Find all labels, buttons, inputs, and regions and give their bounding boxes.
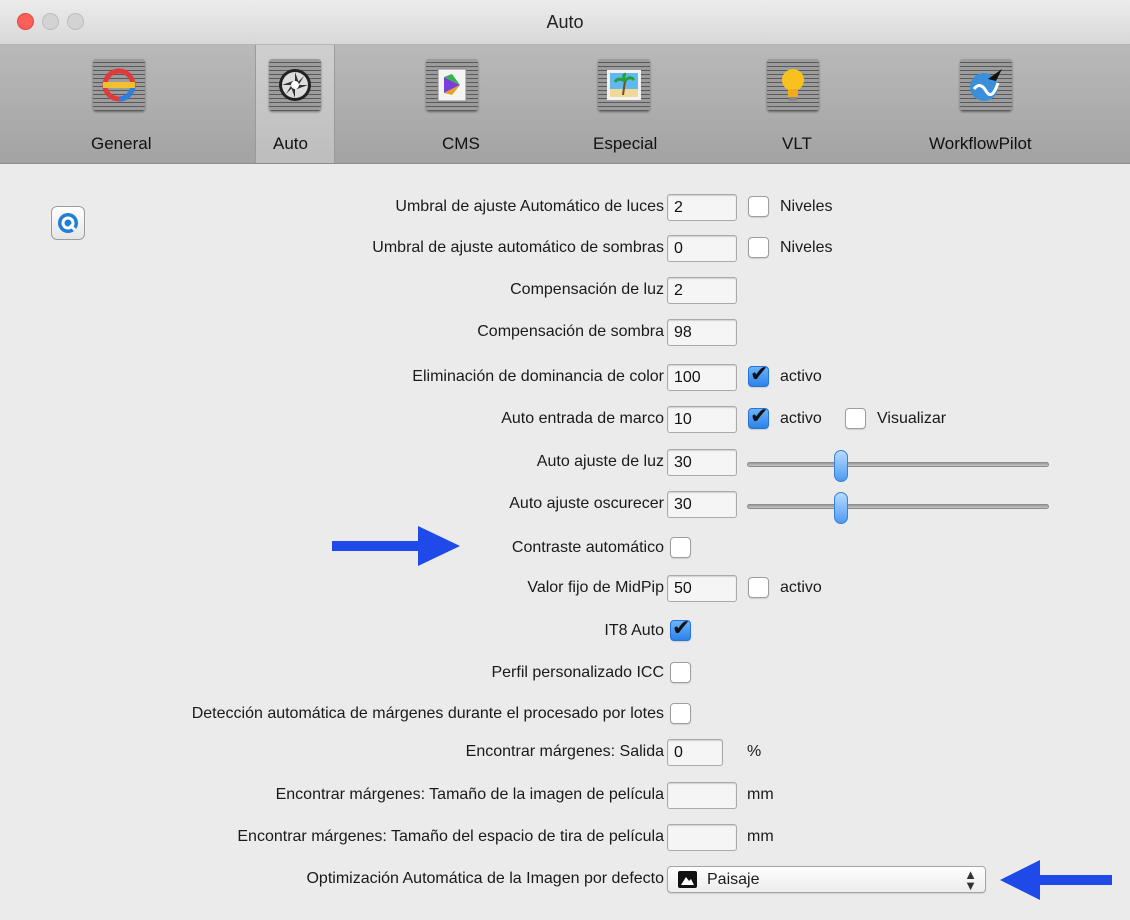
row-it8-auto: IT8 Auto ✔ bbox=[0, 616, 1130, 648]
margins-image-size-label: Encontrar márgenes: Tamaño de la imagen … bbox=[275, 786, 664, 803]
annotation-arrow-right-icon bbox=[332, 526, 460, 566]
color-cast-active-checkbox[interactable]: ✔ bbox=[748, 362, 769, 387]
midpip-active-checkbox[interactable] bbox=[748, 577, 769, 598]
custom-icc-label: Perfil personalizado ICC bbox=[491, 664, 664, 681]
row-custom-icc: Perfil personalizado ICC bbox=[0, 660, 1130, 690]
tab-general[interactable]: General bbox=[60, 45, 180, 163]
highlights-threshold-label: Umbral de ajuste Automático de luces bbox=[395, 198, 664, 215]
window-title: Auto bbox=[546, 12, 584, 32]
shadows-threshold-label: Umbral de ajuste automático de sombras bbox=[372, 239, 664, 256]
auto-light-adjust-slider[interactable] bbox=[747, 462, 1049, 467]
margins-image-size-input[interactable] bbox=[667, 782, 737, 809]
tab-general-label: General bbox=[91, 134, 152, 153]
row-default-optimization: Optimización Automática de la Imagen por… bbox=[0, 866, 1130, 896]
light-compensation-input[interactable] bbox=[667, 277, 737, 304]
auto-darken-adjust-label: Auto ajuste oscurecer bbox=[509, 495, 664, 512]
row-midpip: Valor fijo de MidPip activo bbox=[0, 575, 1130, 605]
highlights-levels-checkbox[interactable] bbox=[748, 196, 769, 217]
row-shadows-threshold: Umbral de ajuste automático de sombras N… bbox=[0, 235, 1130, 265]
color-cast-removal-input[interactable] bbox=[667, 364, 737, 391]
batch-margin-detection-label: Detección automática de márgenes durante… bbox=[191, 705, 664, 722]
auto-darken-adjust-input[interactable] bbox=[667, 491, 737, 518]
checkmark-icon: ✔ bbox=[672, 616, 691, 641]
highlights-levels-label: Niveles bbox=[780, 198, 833, 215]
especial-beach-icon bbox=[598, 59, 650, 111]
tab-vlt[interactable]: VLT bbox=[755, 45, 845, 163]
tab-vlt-label: VLT bbox=[782, 134, 812, 153]
row-auto-darken-adjust: Auto ajuste oscurecer bbox=[0, 491, 1130, 524]
it8-auto-label: IT8 Auto bbox=[604, 622, 664, 639]
margins-image-size-unit: mm bbox=[747, 786, 774, 803]
shadows-threshold-input[interactable] bbox=[667, 235, 737, 262]
shadows-levels-label: Niveles bbox=[780, 239, 833, 256]
title-bar: Auto bbox=[0, 0, 1130, 45]
margins-strip-space-unit: mm bbox=[747, 828, 774, 845]
margins-output-input[interactable] bbox=[667, 739, 723, 766]
row-margins-image-size: Encontrar márgenes: Tamaño de la imagen … bbox=[0, 782, 1130, 812]
auto-frame-entry-input[interactable] bbox=[667, 406, 737, 433]
shadow-compensation-label: Compensación de sombra bbox=[477, 323, 664, 340]
margins-output-unit: % bbox=[747, 743, 762, 760]
auto-darken-adjust-slider-thumb[interactable] bbox=[833, 492, 848, 524]
row-auto-contrast: Contraste automático bbox=[0, 535, 1130, 565]
auto-contrast-checkbox[interactable] bbox=[670, 537, 691, 558]
row-auto-frame-entry: Auto entrada de marco ✔ activo Visualiza… bbox=[0, 404, 1130, 436]
tab-cms[interactable]: CMS bbox=[405, 45, 515, 163]
annotation-arrow-left-icon bbox=[1000, 860, 1112, 900]
default-optimization-label: Optimización Automática de la Imagen por… bbox=[306, 870, 664, 887]
landscape-icon bbox=[678, 871, 697, 888]
auto-contrast-label: Contraste automático bbox=[511, 539, 664, 556]
row-shadow-compensation: Compensación de sombra bbox=[0, 319, 1130, 349]
auto-frame-entry-label: Auto entrada de marco bbox=[501, 410, 664, 427]
row-margins-output: Encontrar márgenes: Salida % bbox=[0, 739, 1130, 769]
auto-frame-visualize-label: Visualizar bbox=[877, 410, 947, 427]
cms-icon bbox=[426, 59, 478, 111]
auto-light-adjust-label: Auto ajuste de luz bbox=[536, 453, 664, 470]
auto-frame-active-checkbox[interactable]: ✔ bbox=[748, 404, 769, 429]
tab-especial-label: Especial bbox=[593, 134, 658, 153]
custom-icc-checkbox[interactable] bbox=[670, 662, 691, 683]
auto-darken-adjust-slider[interactable] bbox=[747, 504, 1049, 509]
preferences-toolbar: General Auto CMS Especial VLT WorkflowPi… bbox=[0, 45, 1130, 164]
tab-especial[interactable]: Especial bbox=[585, 45, 685, 163]
auto-aperture-icon bbox=[269, 59, 321, 111]
highlights-threshold-input[interactable] bbox=[667, 194, 737, 221]
row-light-compensation: Compensación de luz bbox=[0, 277, 1130, 307]
updown-chevron-icon: ▲ ▼ bbox=[964, 867, 977, 893]
row-highlights-threshold: Umbral de ajuste Automático de luces Niv… bbox=[0, 194, 1130, 224]
shadows-levels-checkbox[interactable] bbox=[748, 237, 769, 258]
tab-workflowpilot-label: WorkflowPilot bbox=[929, 134, 1032, 153]
auto-frame-active-label: activo bbox=[780, 410, 822, 427]
midpip-active-label: activo bbox=[780, 579, 822, 596]
tab-auto-label: Auto bbox=[273, 134, 308, 153]
default-optimization-select[interactable]: Paisaje ▲ ▼ bbox=[667, 866, 986, 893]
general-icon bbox=[93, 59, 145, 111]
shadow-compensation-input[interactable] bbox=[667, 319, 737, 346]
tab-auto[interactable]: Auto bbox=[255, 45, 335, 163]
tab-workflowpilot[interactable]: WorkflowPilot bbox=[920, 45, 1070, 163]
checkmark-icon: ✔ bbox=[750, 362, 769, 387]
checkmark-icon: ✔ bbox=[750, 404, 769, 429]
auto-light-adjust-input[interactable] bbox=[667, 449, 737, 476]
auto-frame-visualize-checkbox[interactable] bbox=[845, 408, 866, 429]
tab-cms-label: CMS bbox=[442, 134, 480, 153]
color-cast-removal-label: Eliminación de dominancia de color bbox=[412, 368, 664, 385]
color-cast-active-label: activo bbox=[780, 368, 822, 385]
batch-margin-detection-checkbox[interactable] bbox=[670, 703, 691, 724]
default-optimization-value: Paisaje bbox=[707, 871, 760, 888]
midpip-label: Valor fijo de MidPip bbox=[527, 579, 664, 596]
margins-output-label: Encontrar márgenes: Salida bbox=[465, 743, 664, 760]
row-batch-margin-detection: Detección automática de márgenes durante… bbox=[0, 701, 1130, 731]
midpip-input[interactable] bbox=[667, 575, 737, 602]
it8-auto-checkbox[interactable]: ✔ bbox=[670, 616, 691, 641]
row-margins-strip-space: Encontrar márgenes: Tamaño del espacio d… bbox=[0, 824, 1130, 854]
margins-strip-space-input[interactable] bbox=[667, 824, 737, 851]
vlt-lightbulb-icon bbox=[767, 59, 819, 111]
auto-light-adjust-slider-thumb[interactable] bbox=[833, 450, 848, 482]
row-auto-light-adjust: Auto ajuste de luz bbox=[0, 449, 1130, 482]
light-compensation-label: Compensación de luz bbox=[510, 281, 664, 298]
margins-strip-space-label: Encontrar márgenes: Tamaño del espacio d… bbox=[237, 828, 664, 845]
workflowpilot-icon bbox=[960, 59, 1012, 111]
row-color-cast-removal: Eliminación de dominancia de color ✔ act… bbox=[0, 362, 1130, 394]
